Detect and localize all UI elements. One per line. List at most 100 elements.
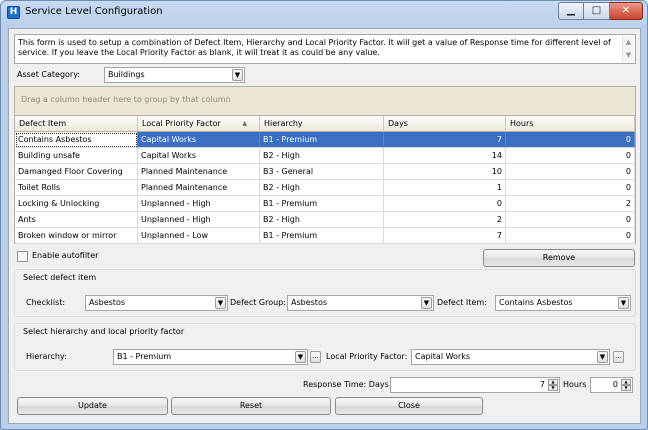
hours-spinner[interactable]: ▲ ▼	[621, 379, 631, 391]
cell-defect-item[interactable]: Toilet Rolls	[15, 180, 138, 196]
cell-hours[interactable]: 0	[506, 228, 635, 244]
cell-hierarchy[interactable]: B2 - High	[260, 180, 384, 196]
group-by-hint: Drag a column header here to group by th…	[21, 95, 231, 104]
remove-button[interactable]: Remove	[483, 249, 635, 267]
table-row[interactable]: Contains Asbestos Capital Works B1 - Pre…	[15, 132, 635, 148]
close-button[interactable]: Close	[335, 397, 483, 415]
cell-days[interactable]: 7	[384, 228, 506, 244]
asset-category-select[interactable]: Buildings ▼	[104, 67, 245, 83]
hierarchy-select[interactable]: B1 - Premium ▼	[113, 349, 308, 365]
defect-group-select[interactable]: Asbestos ▼	[287, 295, 434, 311]
cell-days[interactable]: 10	[384, 164, 506, 180]
hierarchy-lookup-button[interactable]: …	[310, 351, 321, 363]
close-window-button[interactable]: ✕	[610, 2, 643, 20]
chevron-down-icon[interactable]: ▼	[597, 351, 608, 363]
table-row[interactable]: Damanged Floor Covering Planned Maintena…	[15, 164, 635, 180]
table-row[interactable]: Ants Unplanned - High B2 - High 2 0	[15, 212, 635, 228]
enable-autofilter-checkbox[interactable]	[17, 251, 28, 262]
checklist-value: Asbestos	[89, 298, 126, 307]
column-header-hierarchy[interactable]: Hierarchy	[260, 116, 384, 132]
cell-local-priority-factor[interactable]: Capital Works	[138, 148, 260, 164]
description-scrollbar[interactable]: ▲ ▼	[622, 36, 634, 62]
cell-defect-item[interactable]: Contains Asbestos	[15, 132, 138, 148]
column-header-hours[interactable]: Hours	[506, 116, 635, 132]
sort-ascending-icon: ▲	[242, 120, 247, 127]
cell-local-priority-factor[interactable]: Planned Maintenance	[138, 164, 260, 180]
cell-hours[interactable]: 0	[506, 180, 635, 196]
cell-local-priority-factor[interactable]: Unplanned - High	[138, 196, 260, 212]
scroll-up-icon[interactable]: ▲	[623, 36, 634, 49]
chevron-down-icon[interactable]: ▼	[232, 69, 243, 81]
chevron-down-icon[interactable]: ▼	[215, 297, 226, 309]
description-text: This form is used to setup a combination…	[14, 34, 636, 64]
defect-item-select[interactable]: Contains Asbestos ▼	[495, 295, 631, 311]
enable-autofilter-label: Enable autofilter	[32, 251, 99, 260]
column-header-label: Local Priority Factor	[142, 119, 221, 128]
cell-days[interactable]: 2	[384, 212, 506, 228]
cell-hierarchy[interactable]: B1 - Premium	[260, 132, 384, 148]
asset-category-value: Buildings	[108, 70, 145, 79]
cell-defect-item[interactable]: Building unsafe	[15, 148, 138, 164]
cell-hierarchy[interactable]: B1 - Premium	[260, 196, 384, 212]
cell-hierarchy[interactable]: B2 - High	[260, 148, 384, 164]
local-priority-factor-lookup-button[interactable]: …	[613, 351, 624, 363]
response-hours-label: Hours	[563, 380, 587, 389]
response-days-input[interactable]: 7 ▲ ▼	[390, 377, 560, 393]
local-priority-factor-value: Capital Works	[415, 352, 471, 361]
cell-local-priority-factor[interactable]: Unplanned - Low	[138, 228, 260, 244]
table-row[interactable]: Toilet Rolls Planned Maintenance B2 - Hi…	[15, 180, 635, 196]
scroll-down-icon[interactable]: ▼	[623, 49, 634, 62]
cell-defect-item[interactable]: Locking & Unlocking	[15, 196, 138, 212]
chevron-down-icon[interactable]: ▼	[295, 351, 306, 363]
defect-group-label: Defect Group:	[230, 298, 286, 307]
spin-down-icon[interactable]: ▼	[621, 385, 631, 391]
form-body: This form is used to setup a combination…	[8, 28, 641, 424]
spin-down-icon[interactable]: ▼	[548, 385, 558, 391]
app-icon: H	[7, 6, 20, 19]
cell-hierarchy[interactable]: B2 - High	[260, 212, 384, 228]
hierarchy-value: B1 - Premium	[117, 352, 172, 361]
defect-item-group: Select defect item Checklist: Asbestos ▼…	[14, 269, 636, 317]
defect-item-value: Contains Asbestos	[499, 298, 573, 307]
update-button[interactable]: Update	[17, 397, 168, 415]
cell-local-priority-factor[interactable]: Planned Maintenance	[138, 180, 260, 196]
reset-button[interactable]: Reset	[171, 397, 331, 415]
cell-days[interactable]: 1	[384, 180, 506, 196]
cell-hours[interactable]: 0	[506, 132, 635, 148]
cell-defect-item[interactable]: Broken window or mirror	[15, 228, 138, 244]
cell-days[interactable]: 7	[384, 132, 506, 148]
table-row[interactable]: Broken window or mirror Unplanned - Low …	[15, 228, 635, 244]
cell-local-priority-factor[interactable]: Unplanned - High	[138, 212, 260, 228]
response-hours-input[interactable]: 0 ▲ ▼	[590, 377, 633, 393]
minimize-button[interactable]: ▁	[558, 2, 584, 20]
grid-container: Drag a column header here to group by th…	[14, 86, 636, 244]
chevron-down-icon[interactable]: ▼	[421, 297, 432, 309]
chevron-down-icon[interactable]: ▼	[618, 297, 629, 309]
table-row[interactable]: Building unsafe Capital Works B2 - High …	[15, 148, 635, 164]
cell-hierarchy[interactable]: B3 - General	[260, 164, 384, 180]
column-header-local-priority-factor[interactable]: Local Priority Factor ▲	[138, 116, 260, 132]
cell-days[interactable]: 14	[384, 148, 506, 164]
checklist-select[interactable]: Asbestos ▼	[85, 295, 228, 311]
title-bar[interactable]: H Service Level Configuration ▁ □ ✕	[1, 1, 647, 25]
cell-hours[interactable]: 0	[506, 164, 635, 180]
local-priority-factor-select[interactable]: Capital Works ▼	[411, 349, 610, 365]
service-level-grid[interactable]: Defect Item Local Priority Factor ▲ Hier…	[15, 115, 635, 244]
cell-hours[interactable]: 0	[506, 212, 635, 228]
column-header-days[interactable]: Days	[384, 116, 506, 132]
days-spinner[interactable]: ▲ ▼	[548, 379, 558, 391]
description-label: This form is used to setup a combination…	[18, 38, 611, 57]
cell-defect-item[interactable]: Damanged Floor Covering	[15, 164, 138, 180]
cell-hours[interactable]: 2	[506, 196, 635, 212]
column-header-defect-item[interactable]: Defect Item	[15, 116, 138, 132]
hierarchy-label: Hierarchy:	[26, 352, 67, 361]
service-level-window: H Service Level Configuration ▁ □ ✕ This…	[0, 0, 648, 430]
cell-hierarchy[interactable]: B1 - Premium	[260, 228, 384, 244]
cell-days[interactable]: 0	[384, 196, 506, 212]
cell-defect-item[interactable]: Ants	[15, 212, 138, 228]
cell-hours[interactable]: 0	[506, 148, 635, 164]
table-row[interactable]: Locking & Unlocking Unplanned - High B1 …	[15, 196, 635, 212]
maximize-button[interactable]: □	[584, 2, 610, 20]
response-hours-value: 0	[612, 380, 618, 389]
cell-local-priority-factor[interactable]: Capital Works	[138, 132, 260, 148]
